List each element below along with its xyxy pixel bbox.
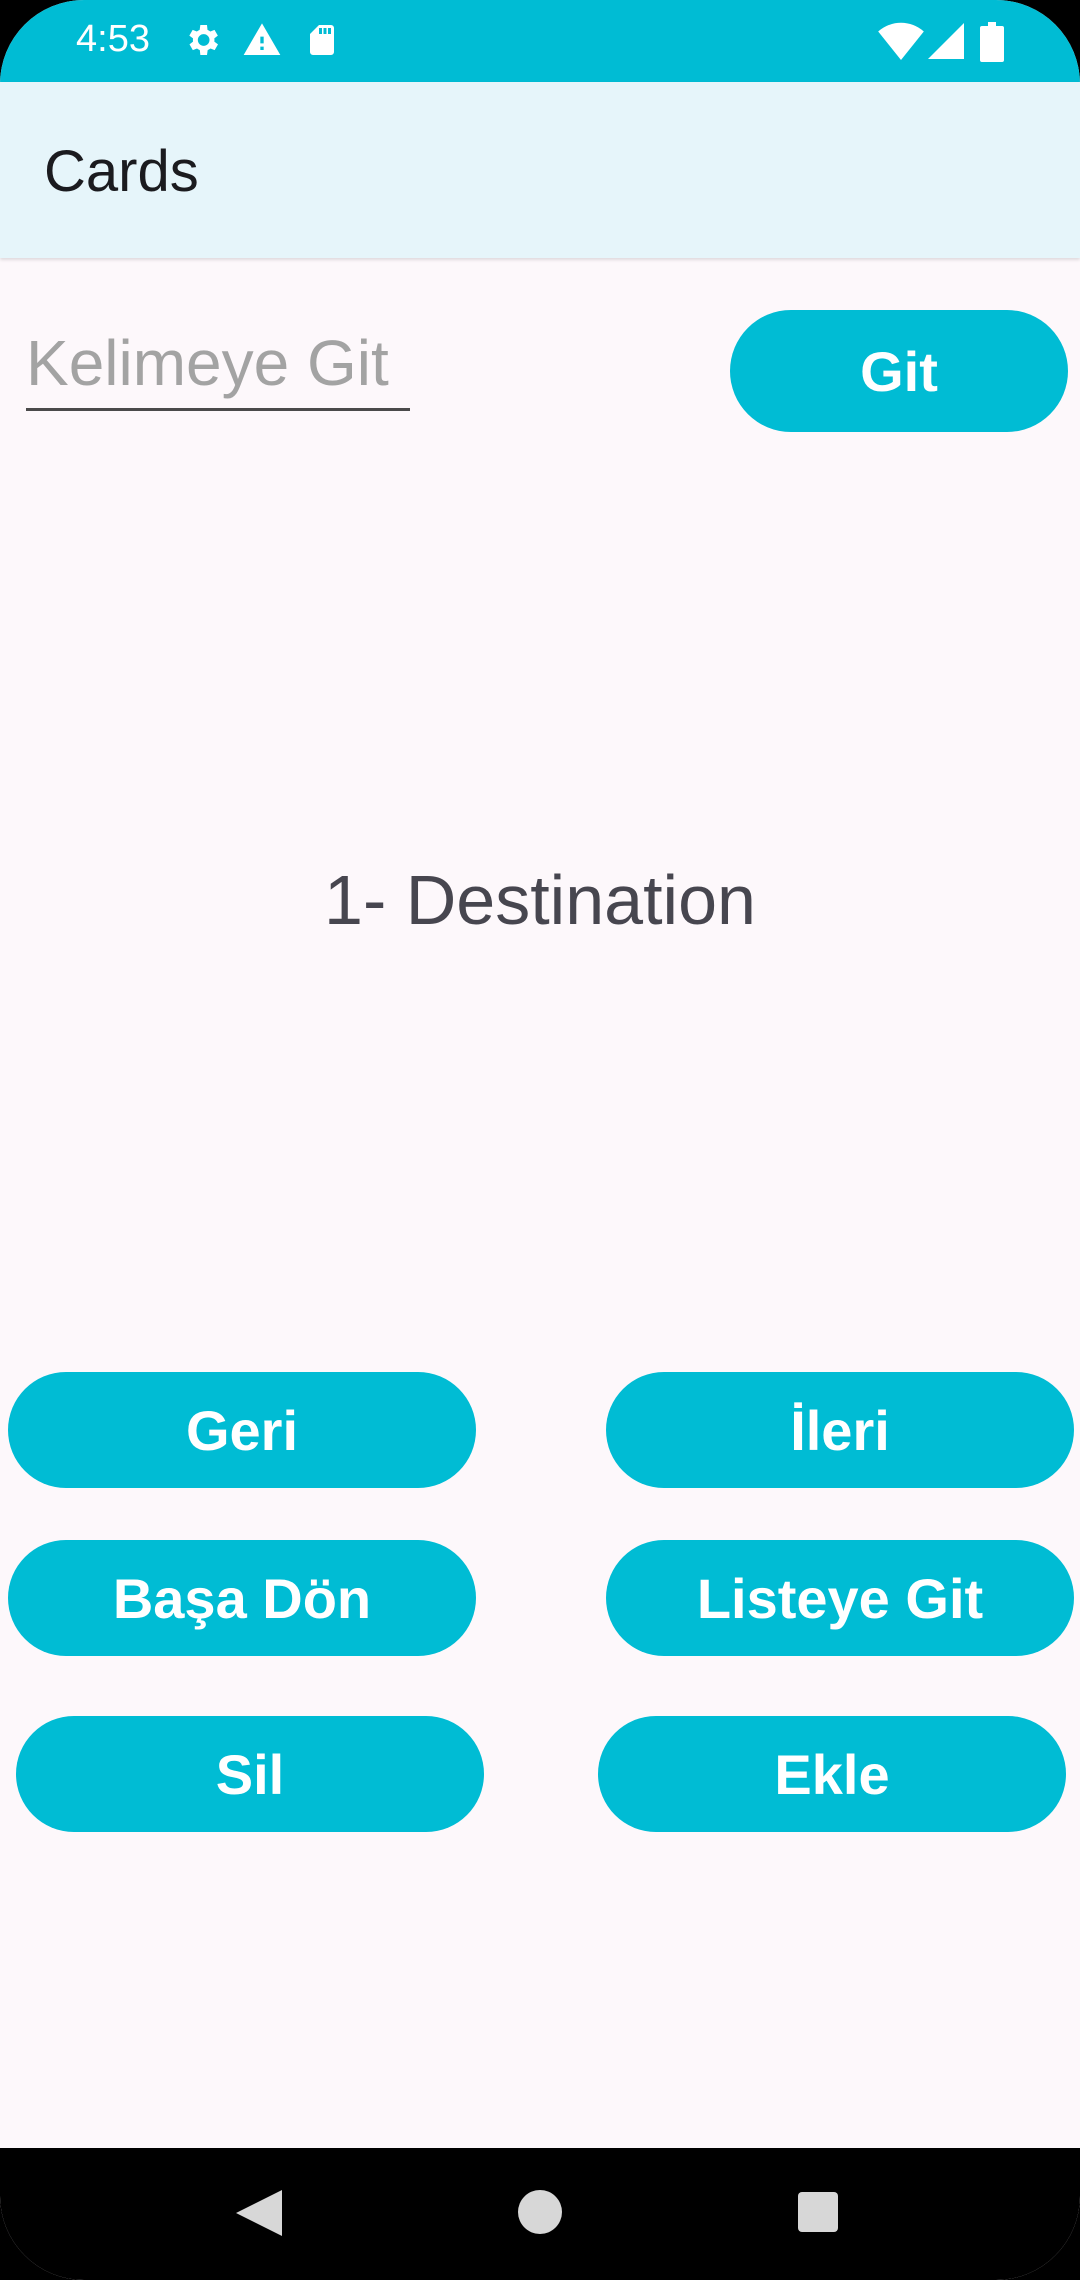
wifi-icon bbox=[878, 22, 924, 60]
recents-icon[interactable] bbox=[798, 2192, 838, 2232]
app-bar: Cards bbox=[0, 82, 1080, 258]
back-icon[interactable] bbox=[236, 2190, 282, 2236]
card-text: 1- Destination bbox=[324, 861, 756, 939]
to-list-button[interactable]: Listeye Git bbox=[606, 1540, 1074, 1656]
nav-bar bbox=[0, 2148, 1080, 2280]
battery-icon bbox=[980, 22, 1004, 62]
go-button[interactable]: Git bbox=[730, 310, 1068, 432]
to-start-button[interactable]: Başa Dön bbox=[8, 1540, 476, 1656]
home-icon[interactable] bbox=[518, 2190, 562, 2234]
app-title: Cards bbox=[44, 139, 199, 204]
sd-card-icon bbox=[310, 25, 334, 55]
screen: 4:53 Cards Git 1- Destination Geri İler bbox=[0, 0, 1080, 2280]
add-button[interactable]: Ekle bbox=[598, 1716, 1066, 1832]
warning-icon bbox=[243, 23, 281, 55]
status-bar: 4:53 bbox=[0, 0, 1080, 82]
search-input[interactable] bbox=[26, 318, 410, 411]
status-time: 4:53 bbox=[76, 18, 150, 60]
back-button[interactable]: Geri bbox=[8, 1372, 476, 1488]
signal-icon bbox=[928, 23, 964, 59]
next-button[interactable]: İleri bbox=[606, 1372, 1074, 1488]
gear-icon bbox=[189, 25, 218, 55]
delete-button[interactable]: Sil bbox=[16, 1716, 484, 1832]
